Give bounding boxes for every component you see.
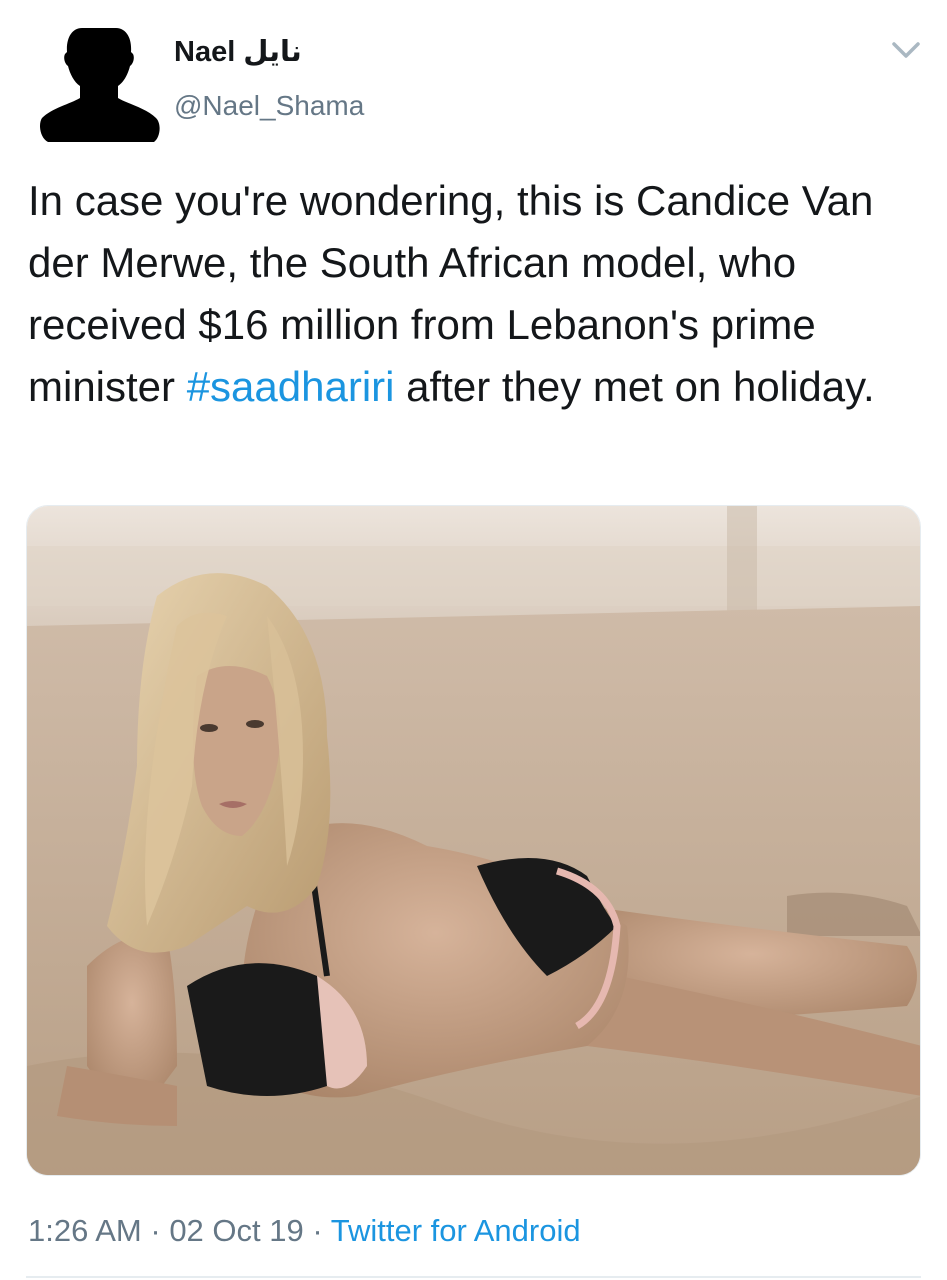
divider [26,1276,921,1278]
author-display-name[interactable]: Nael [174,32,235,72]
tweet-text: In case you're wondering, this is Candic… [28,170,923,418]
meta-separator: · [141,1213,170,1248]
tweet-time[interactable]: 1:26 AM [28,1213,142,1248]
tweet-metadata: 1:26 AM · 02 Oct 19 · Twitter for Androi… [28,1205,581,1257]
tweet-menu-button[interactable] [886,34,926,66]
tweet-date[interactable]: 02 Oct 19 [169,1213,303,1248]
author-display-name-arabic[interactable]: نايل [243,32,302,72]
woman-on-beach-photo [27,506,920,1175]
tweet-text-tail: after they met on holiday. [394,363,875,410]
author-name-row[interactable]: Nael نايل [174,32,302,72]
tweet-photo[interactable] [26,505,921,1176]
avatar[interactable] [34,14,164,144]
author-handle[interactable]: @Nael_Shama [174,86,364,126]
chevron-down-icon [892,42,920,58]
tweet-source-link[interactable]: Twitter for Android [331,1213,581,1248]
silhouette-avatar-icon [40,28,160,142]
hashtag-link[interactable]: #saadhariri [187,363,395,410]
meta-separator: · [303,1213,331,1248]
